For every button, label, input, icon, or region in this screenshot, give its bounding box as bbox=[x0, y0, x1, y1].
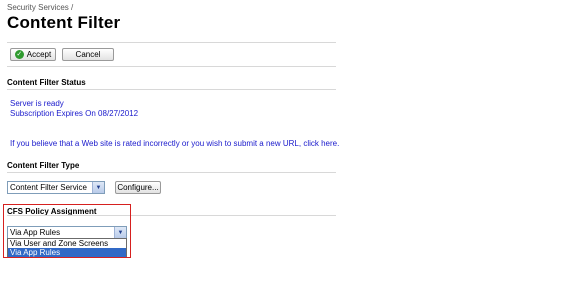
section-title-type: Content Filter Type bbox=[7, 161, 80, 170]
accept-label: Accept bbox=[26, 50, 52, 59]
chevron-down-icon[interactable]: ▼ bbox=[92, 182, 104, 193]
dropdown-option-user-zone[interactable]: Via User and Zone Screens bbox=[8, 239, 126, 248]
report-url-link[interactable]: If you believe that a Web site is rated … bbox=[10, 139, 339, 148]
divider bbox=[7, 66, 336, 67]
configure-button[interactable]: Configure... bbox=[115, 181, 161, 194]
dropdown-option-app-rules[interactable]: Via App Rules bbox=[8, 248, 126, 257]
section-title-status: Content Filter Status bbox=[7, 78, 86, 87]
divider bbox=[7, 172, 336, 173]
page-title: Content Filter bbox=[7, 13, 121, 32]
select-value: Via App Rules bbox=[10, 228, 61, 237]
check-icon: ✓ bbox=[14, 50, 24, 59]
chevron-down-icon[interactable]: ▼ bbox=[114, 227, 126, 238]
divider bbox=[7, 89, 336, 90]
content-filter-type-select[interactable]: Content Filter Service ▼ bbox=[7, 181, 105, 194]
server-status: Server is ready bbox=[10, 99, 64, 108]
divider bbox=[7, 42, 336, 43]
accept-button[interactable]: ✓ Accept bbox=[10, 48, 56, 61]
select-value: Content Filter Service bbox=[10, 183, 87, 192]
policy-dropdown-list: Via User and Zone Screens Via App Rules bbox=[7, 238, 127, 257]
breadcrumb: Security Services / bbox=[7, 3, 74, 12]
cancel-button[interactable]: Cancel bbox=[62, 48, 114, 61]
subscription-status: Subscription Expires On 08/27/2012 bbox=[10, 109, 139, 118]
